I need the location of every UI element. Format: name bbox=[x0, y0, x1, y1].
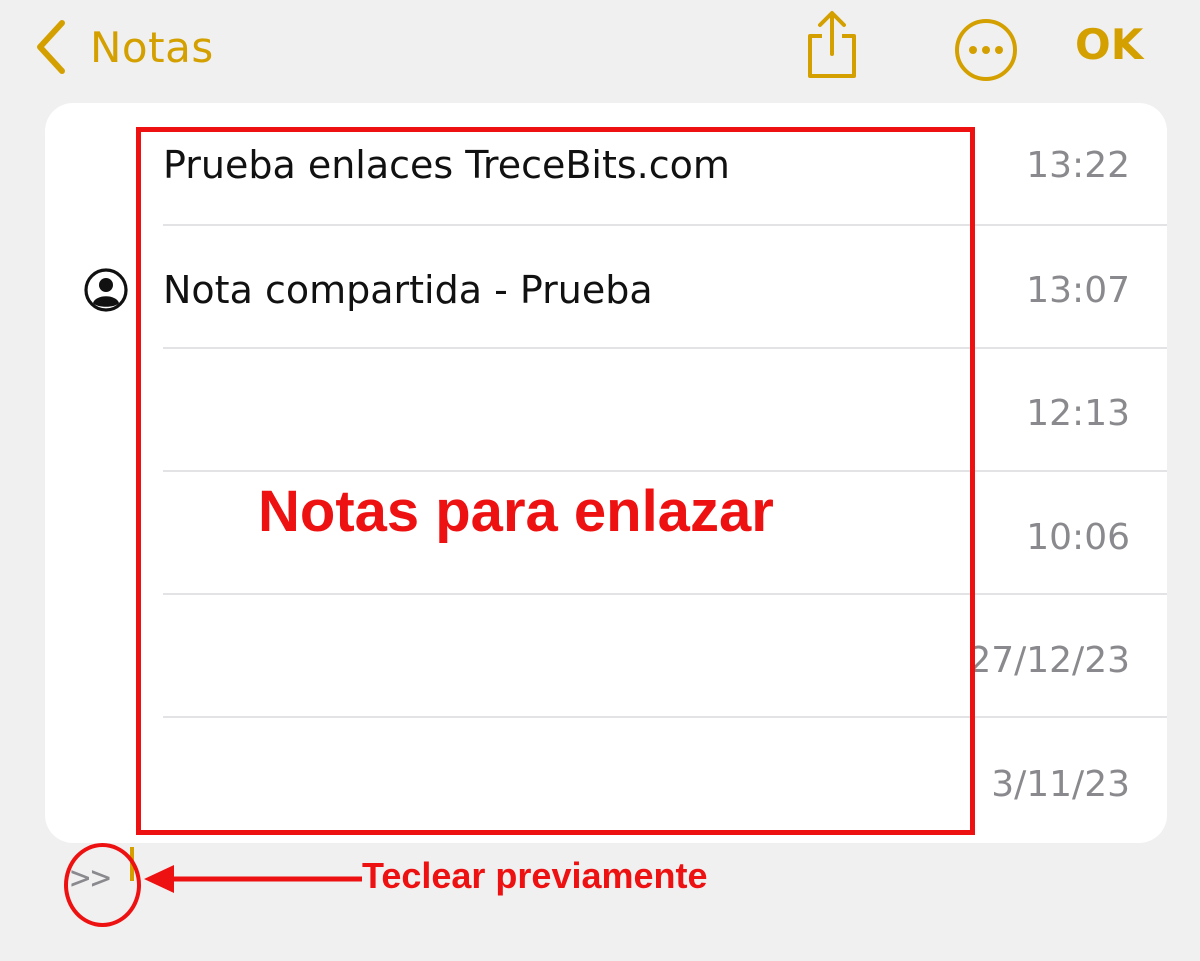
note-row[interactable]: 3/11/23 bbox=[45, 718, 1167, 841]
note-row[interactable]: 27/12/23 bbox=[45, 595, 1167, 718]
chevron-left-icon bbox=[37, 20, 65, 74]
text-cursor bbox=[130, 847, 134, 881]
done-button[interactable]: OK bbox=[1075, 20, 1143, 69]
share-icon bbox=[808, 11, 856, 78]
note-time: 12:13 bbox=[1026, 393, 1130, 434]
note-row[interactable]: Nota compartida - Prueba 13:07 bbox=[45, 226, 1167, 349]
note-row[interactable]: Prueba enlaces TreceBits.com 13:22 bbox=[45, 103, 1167, 226]
note-time: 13:22 bbox=[1026, 145, 1130, 186]
note-time: 13:07 bbox=[1026, 270, 1130, 311]
share-button[interactable] bbox=[800, 8, 864, 82]
annotation-box-label: Notas para enlazar bbox=[258, 479, 774, 544]
back-button[interactable]: Notas bbox=[34, 14, 214, 80]
note-title: Nota compartida - Prueba bbox=[163, 268, 653, 312]
annotation-arrow-label: Teclear previamente bbox=[362, 855, 708, 896]
notes-screen: Notas OK Prueba enlaces TreceBits.com 13… bbox=[0, 0, 1200, 961]
back-label: Notas bbox=[90, 22, 214, 72]
more-options-button[interactable] bbox=[953, 17, 1019, 83]
top-bar: Notas OK bbox=[0, 0, 1200, 100]
note-time: 10:06 bbox=[1026, 517, 1130, 558]
note-title: Prueba enlaces TreceBits.com bbox=[163, 143, 730, 187]
prompt-chevrons-button[interactable]: >> bbox=[70, 858, 111, 898]
shared-person-icon bbox=[84, 268, 128, 312]
more-icon bbox=[955, 19, 1017, 81]
note-time: 27/12/23 bbox=[968, 640, 1130, 681]
note-row[interactable]: 12:13 bbox=[45, 349, 1167, 472]
annotation-arrow bbox=[144, 865, 362, 893]
notes-list: Prueba enlaces TreceBits.com 13:22 Nota … bbox=[45, 103, 1167, 843]
note-time: 3/11/23 bbox=[991, 764, 1130, 805]
